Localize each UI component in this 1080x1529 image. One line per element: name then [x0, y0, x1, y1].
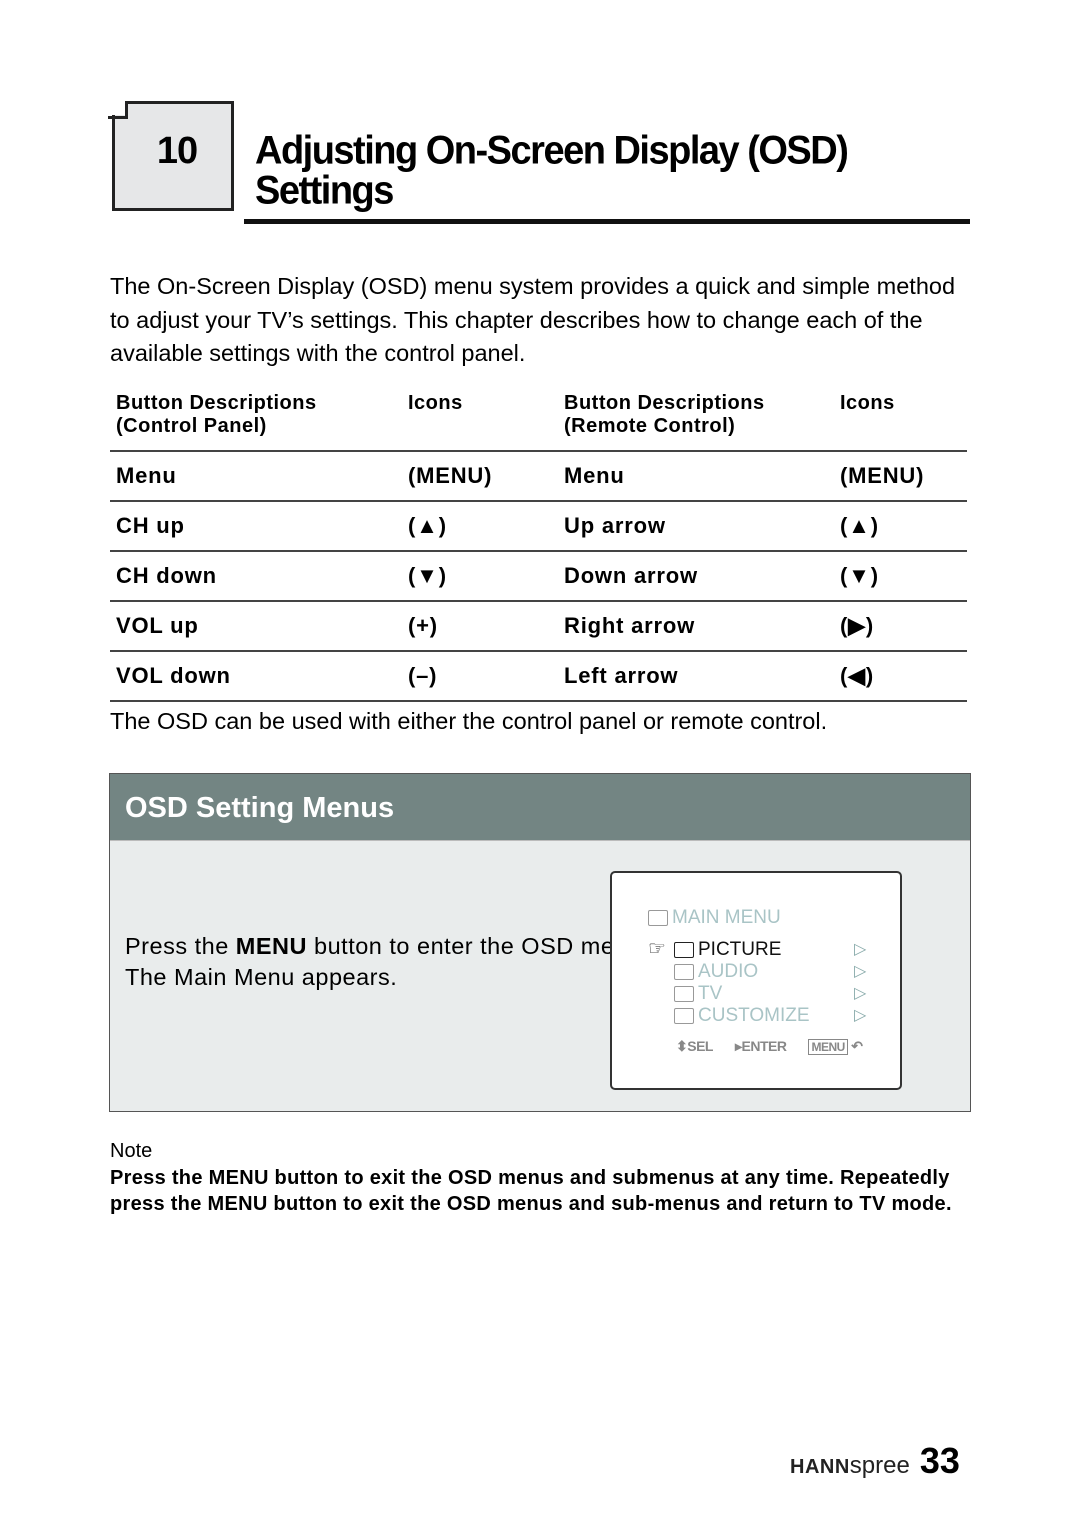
osd-usage-note: The OSD can be used with either the cont…	[110, 708, 828, 734]
main-menu-heading: MAIN MENU	[648, 907, 781, 929]
customize-icon	[674, 1008, 694, 1024]
cp-description: Menu	[110, 450, 402, 501]
osd-footer-hints: ⬍SEL ▸ENTER MENU ↶	[676, 1038, 863, 1055]
hint-label: SEL	[687, 1038, 713, 1054]
return-arrow-icon: ↶	[851, 1038, 863, 1054]
header-text: Button Descriptions	[116, 392, 317, 414]
chapter-title: Adjusting On-Screen Display (OSD) Settin…	[255, 129, 849, 213]
rc-icon: (MENU)	[834, 450, 967, 501]
cp-icon: (▼)	[402, 550, 558, 601]
note-title: Note	[110, 1140, 153, 1162]
header-text: (Remote Control)	[564, 415, 736, 437]
table-row: CH up (▲) Up arrow (▲)	[110, 500, 967, 551]
menu-item-label: TV	[698, 983, 723, 1004]
tv-icon	[674, 986, 694, 1002]
audio-icon	[674, 964, 694, 980]
header-rc-description: Button Descriptions (Remote Control)	[558, 392, 834, 451]
osd-menu-item-audio[interactable]: AUDIO ▷	[674, 961, 874, 983]
brand-logo: HANNspree	[790, 1452, 910, 1480]
menu-key-label: MENU	[808, 1039, 848, 1055]
cp-description: VOL down	[110, 650, 402, 702]
table-row: VOL down (–) Left arrow (◀)	[110, 650, 967, 702]
rc-icon: (▼)	[834, 550, 967, 601]
menu-item-label: PICTURE	[698, 939, 782, 960]
page-number: 33	[919, 1440, 960, 1481]
submenu-arrow-icon: ▷	[854, 1007, 867, 1024]
panel-title: OSD Setting Menus	[125, 792, 395, 824]
table-row: VOL up (+) Right arrow (▶)	[110, 600, 967, 651]
chapter-title-line1: Adjusting On-Screen Display (OSD)	[255, 129, 849, 174]
note-body: Press the MENU button to exit the OSD me…	[110, 1167, 952, 1215]
intro-paragraph: The On-Screen Display (OSD) menu system …	[110, 273, 956, 366]
menu-back-hint: MENU ↶	[808, 1038, 863, 1055]
header-rc-icons: Icons	[840, 392, 895, 414]
table-row: CH down (▼) Down arrow (▼)	[110, 550, 967, 601]
submenu-arrow-icon: ▷	[854, 985, 867, 1002]
cp-icon: (MENU)	[402, 450, 558, 501]
submenu-arrow-icon: ▷	[854, 963, 867, 980]
cp-description: CH down	[110, 550, 402, 601]
enter-hint: ▸ENTER	[735, 1038, 787, 1055]
main-menu-title: MAIN MENU	[672, 907, 781, 928]
cp-icon: (–)	[402, 650, 558, 702]
rc-description: Up arrow	[558, 500, 834, 551]
cp-icon: (+)	[402, 600, 558, 651]
rc-description: Menu	[558, 450, 834, 501]
rc-icon: (▲)	[834, 500, 967, 551]
instruction-text: Press the	[125, 933, 236, 959]
osd-menu-item-tv[interactable]: TV ▷	[674, 983, 874, 1005]
table-row: Menu (MENU) Menu (MENU)	[110, 450, 967, 501]
header-text: Button Descriptions	[564, 392, 765, 414]
rc-description: Right arrow	[558, 600, 834, 651]
rc-description: Down arrow	[558, 550, 834, 601]
brand-light: spree	[849, 1452, 910, 1479]
panel-instructions: Press the MENU button to enter the OSD m…	[125, 931, 661, 993]
menu-keyword: MENU	[235, 933, 307, 959]
header-cp-description: Button Descriptions (Control Panel)	[110, 392, 402, 451]
brand-bold: HANN	[790, 1456, 850, 1478]
osd-menu-item-picture[interactable]: PICTURE ▷	[674, 939, 874, 961]
table-header-row: Button Descriptions (Control Panel) Icon…	[110, 392, 967, 451]
main-menu-icon	[648, 910, 668, 926]
cp-description: CH up	[110, 500, 402, 551]
chapter-title-line2: Settings	[255, 168, 394, 213]
button-descriptions-table: Button Descriptions (Control Panel) Icon…	[110, 392, 967, 702]
chapter-number: 10	[156, 130, 198, 172]
osd-main-menu-screen: MAIN MENU ☞ PICTURE ▷ AUDIO ▷ TV ▷ CUSTO…	[610, 871, 902, 1090]
hint-label: ENTER	[741, 1038, 787, 1054]
osd-setting-menus-panel: OSD Setting Menus Press the MENU button …	[109, 773, 971, 1112]
cp-description: VOL up	[110, 600, 402, 651]
chapter-box-notch	[108, 97, 126, 115]
up-down-icon: ⬍	[676, 1038, 688, 1054]
select-hint: ⬍SEL	[676, 1038, 713, 1055]
cp-icon: (▲)	[402, 500, 558, 551]
pointing-hand-icon: ☞	[648, 938, 666, 960]
rc-icon: (▶)	[834, 600, 967, 651]
title-rule	[244, 219, 970, 224]
panel-header: OSD Setting Menus	[110, 774, 970, 841]
submenu-arrow-icon: ▷	[854, 941, 867, 958]
chapter-box-notch-edge	[125, 101, 128, 119]
rc-description: Left arrow	[558, 650, 834, 702]
menu-item-label: CUSTOMIZE	[698, 1005, 810, 1026]
header-cp-icons: Icons	[408, 392, 463, 414]
picture-icon	[674, 942, 694, 958]
instruction-text: The Main Menu appears.	[125, 964, 398, 990]
menu-item-label: AUDIO	[698, 961, 759, 982]
page-footer: HANNspree 33	[790, 1440, 960, 1482]
header-text: (Control Panel)	[116, 415, 267, 437]
instruction-text: button to enter the OSD menus.	[307, 933, 661, 959]
rc-icon: (◀)	[834, 650, 967, 702]
osd-menu-item-customize[interactable]: CUSTOMIZE ▷	[674, 1005, 874, 1027]
